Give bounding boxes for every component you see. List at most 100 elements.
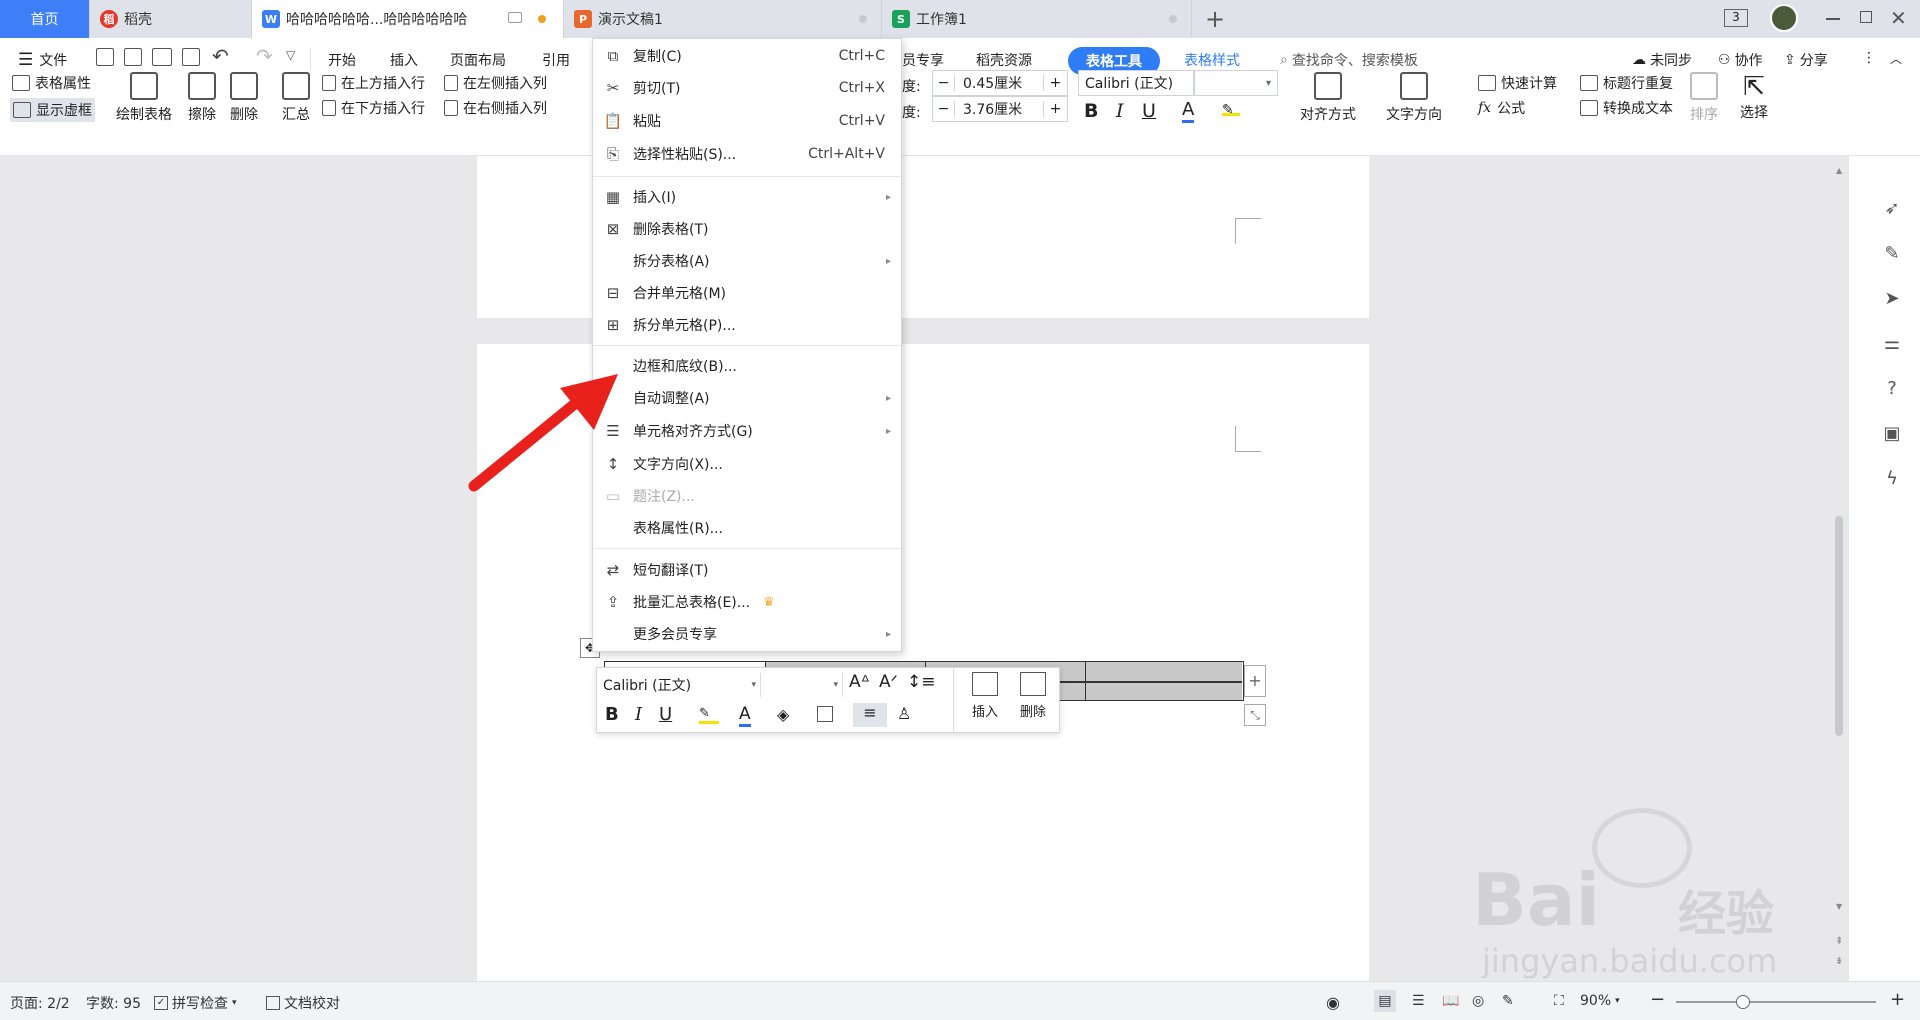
quick-calc-button[interactable]: 快速计算 <box>1478 73 1557 93</box>
underline-icon[interactable]: U <box>1142 100 1156 122</box>
image-edit-icon[interactable]: ▣ <box>1881 423 1903 445</box>
highlight-icon[interactable]: ✎ <box>1222 102 1240 118</box>
page-view-icon[interactable]: ▤ <box>1374 990 1396 1012</box>
word-count[interactable]: 字数: 95 <box>86 993 141 1013</box>
new-tab-button[interactable]: + <box>1205 5 1225 33</box>
command-search[interactable]: ⌕ 查找命令、搜索模板 <box>1280 50 1418 70</box>
sliders-icon[interactable]: ⚌ <box>1881 333 1903 355</box>
tab-home[interactable]: 首页 <box>0 0 90 38</box>
zoom-slider[interactable] <box>1676 1001 1876 1003</box>
close-window-icon[interactable]: ✕ <box>1890 6 1907 30</box>
mini-size-select[interactable]: ▾ <box>763 673 843 697</box>
avatar[interactable] <box>1770 4 1798 32</box>
menu-item-split-cells[interactable]: ⊞ 拆分单元格(P)... <box>593 310 901 340</box>
menu-item-batch-summary[interactable]: ⇪ 批量汇总表格(E)... ♛ <box>593 587 901 617</box>
shading-icon[interactable]: ◈ <box>777 705 789 724</box>
quick-access-more-icon[interactable]: ▽ <box>286 48 295 62</box>
menu-item-merge-cells[interactable]: ⊟ 合并单元格(M) <box>593 278 901 308</box>
scroll-up-icon[interactable]: ▲ <box>1836 166 1842 175</box>
outline-view-icon[interactable]: ☰ <box>1412 993 1425 1009</box>
erase-button[interactable]: 擦除 <box>188 72 216 124</box>
mini-delete-button[interactable]: 删除 <box>1011 672 1055 720</box>
minimize-icon[interactable] <box>1826 18 1840 20</box>
tab-daoke[interactable]: 稻 稻壳 <box>90 0 252 38</box>
redo-icon[interactable]: ↷ <box>256 44 273 68</box>
menu-item-split-table[interactable]: 拆分表格(A) ▸ <box>593 246 901 276</box>
italic-icon[interactable]: I <box>635 704 642 725</box>
height-stepper[interactable]: − 0.45厘米 + <box>932 70 1068 96</box>
insert-row-below-button[interactable]: 在下方插入行 <box>322 98 425 118</box>
fit-page-icon[interactable]: ⛶ <box>1554 993 1564 1009</box>
collapse-ribbon-icon[interactable]: ︿ <box>1890 50 1902 67</box>
file-menu[interactable]: ☰ 文件 <box>18 50 67 70</box>
text-direction-button[interactable]: 文字方向 <box>1386 72 1442 124</box>
export-pdf-icon[interactable] <box>124 48 142 66</box>
edit-view-icon[interactable]: ✎ <box>1502 993 1514 1009</box>
menu-daoke-resources[interactable]: 稻壳资源 <box>976 50 1032 70</box>
rocket-icon[interactable]: ➶ <box>1881 198 1903 220</box>
table-properties-button[interactable]: 表格属性 <box>12 73 91 93</box>
font-size-select[interactable]: ▾ <box>1194 70 1278 96</box>
window-count-badge[interactable]: 3 <box>1724 9 1748 27</box>
menu-reference[interactable]: 引用 <box>542 50 570 70</box>
font-name-select[interactable]: Calibri (正文) <box>1078 70 1194 96</box>
vertical-scrollbar[interactable]: ▲ ▼ ⇞ ⇟ <box>1833 166 1845 976</box>
align-button[interactable]: 对齐方式 <box>1300 72 1356 124</box>
menu-item-more-member[interactable]: 更多会员专享 ▸ <box>593 619 901 649</box>
menu-insert[interactable]: 插入 <box>390 50 418 70</box>
increment-icon[interactable]: + <box>1043 75 1067 91</box>
scroll-thumb[interactable] <box>1835 516 1843 736</box>
delete-button[interactable]: 删除 <box>230 72 258 124</box>
more-options-icon[interactable]: ⋮ <box>1862 50 1876 66</box>
mini-font-select[interactable]: Calibri (正文) ▾ <box>601 673 761 697</box>
align-icon[interactable]: ≡ <box>853 703 887 727</box>
border-icon[interactable] <box>817 706 833 722</box>
print-icon[interactable] <box>152 48 172 66</box>
print-preview-icon[interactable] <box>182 48 200 66</box>
format-painter-icon[interactable]: ♙ <box>897 704 911 723</box>
show-grid-button[interactable]: 显示虚框 <box>10 98 95 122</box>
next-page-icon[interactable]: ⇟ <box>1835 956 1843 967</box>
scroll-down-icon[interactable]: ▼ <box>1836 902 1842 911</box>
tab-document[interactable]: W 哈哈哈哈哈哈...哈哈哈哈哈哈 <box>252 0 564 38</box>
undo-icon[interactable]: ↶ <box>212 44 229 68</box>
highlight-icon[interactable]: ✎ <box>699 706 719 724</box>
summary-button[interactable]: 汇总 <box>282 72 310 124</box>
width-stepper[interactable]: − 3.76厘米 + <box>932 96 1068 122</box>
insert-col-left-button[interactable]: 在左侧插入列 <box>444 73 547 93</box>
tab-table-style[interactable]: 表格样式 <box>1184 50 1240 70</box>
menu-item-cell-alignment[interactable]: ☰ 单元格对齐方式(G) ▸ <box>593 416 901 446</box>
title-repeat-button[interactable]: 标题行重复 <box>1580 73 1673 93</box>
read-view-icon[interactable]: 📖 <box>1442 993 1459 1009</box>
shrink-font-icon[interactable]: Aᐟ <box>879 672 898 692</box>
web-view-icon[interactable]: ◎ <box>1472 993 1484 1009</box>
bold-icon[interactable]: B <box>605 704 619 725</box>
menu-item-paste[interactable]: 📋 粘贴 Ctrl+V <box>593 106 901 136</box>
insert-row-above-button[interactable]: 在上方插入行 <box>322 73 425 93</box>
underline-icon[interactable]: U <box>659 704 672 725</box>
menu-item-delete-table[interactable]: ⊠ 删除表格(T) <box>593 214 901 244</box>
zoom-slider-thumb[interactable] <box>1736 995 1750 1009</box>
menu-item-table-properties[interactable]: 表格属性(R)... <box>593 513 901 543</box>
font-color-icon[interactable]: A <box>1182 100 1195 123</box>
formula-button[interactable]: fx 公式 <box>1478 98 1525 118</box>
spell-check-button[interactable]: ✓ 拼写检查 ▾ <box>154 993 237 1013</box>
help-icon[interactable]: ? <box>1881 378 1903 400</box>
bold-icon[interactable]: B <box>1084 100 1098 122</box>
share-button[interactable]: ⇪ 分享 <box>1784 50 1828 70</box>
menu-item-auto-fit[interactable]: 自动调整(A) ▸ <box>593 383 901 413</box>
menu-item-text-direction[interactable]: ↕ 文字方向(X)... <box>593 449 901 479</box>
select-button[interactable]: ⇱ 选择 <box>1740 72 1768 122</box>
tab-close-dot-icon[interactable] <box>859 15 867 23</box>
menu-page-layout[interactable]: 页面布局 <box>450 50 506 70</box>
tab-presentation[interactable]: P 演示文稿1 <box>564 0 882 38</box>
increment-icon[interactable]: + <box>1043 101 1067 117</box>
document-workspace[interactable]: ▲ ▼ ⇞ ⇟ Bai 经验 jingyan.baidu.com <box>0 156 1848 981</box>
screen-icon[interactable] <box>508 12 522 23</box>
decrement-icon[interactable]: − <box>933 75 955 91</box>
italic-icon[interactable]: I <box>1116 100 1124 122</box>
restore-icon[interactable] <box>1860 11 1872 23</box>
menu-item-caption[interactable]: ▭ 题注(Z)... <box>593 481 901 511</box>
zoom-out-icon[interactable]: − <box>1650 989 1665 1010</box>
save-icon[interactable] <box>96 48 114 66</box>
